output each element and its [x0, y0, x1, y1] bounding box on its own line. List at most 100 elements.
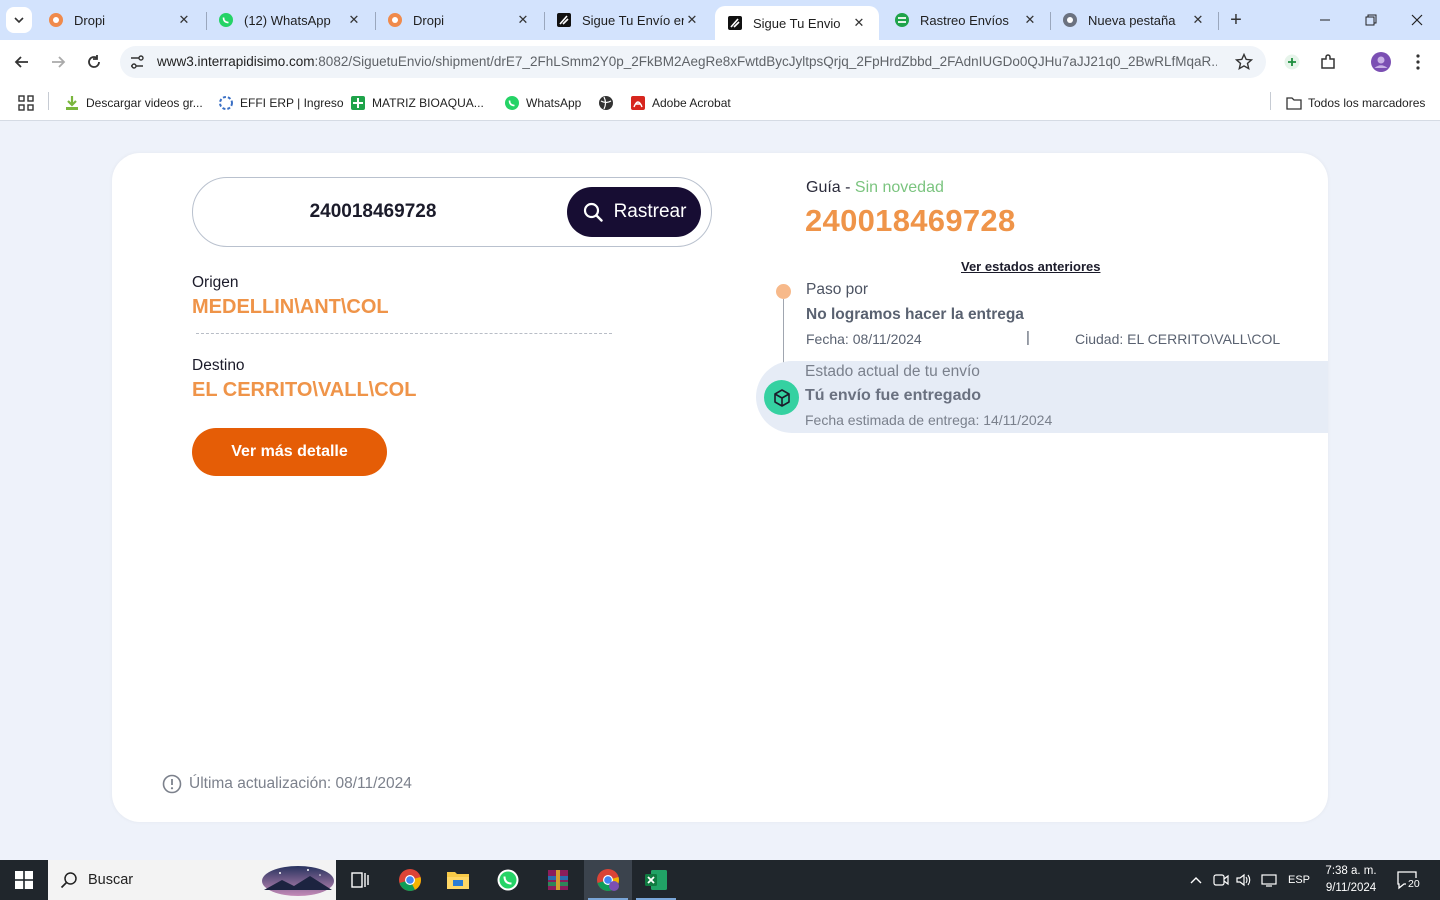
folder-icon: [1286, 95, 1302, 111]
bookmark-label: Adobe Acrobat: [652, 96, 731, 110]
site-info-icon[interactable]: [128, 53, 146, 71]
taskbar-file-explorer[interactable]: [434, 860, 482, 900]
sheets-icon: [350, 95, 366, 111]
interrapidisimo-icon: [727, 15, 743, 31]
close-tab-icon[interactable]: ✕: [515, 12, 531, 28]
new-tab-button[interactable]: +: [1224, 8, 1248, 32]
origin-value: MEDELLIN\ANT\COL: [192, 296, 389, 318]
close-tab-icon[interactable]: ✕: [1190, 12, 1206, 28]
tray-language[interactable]: ESP: [1288, 870, 1310, 890]
browser-menu-button[interactable]: [1404, 48, 1432, 76]
close-tab-icon[interactable]: ✕: [1022, 12, 1038, 28]
bookmark-effi-erp[interactable]: EFFI ERP | Ingreso: [218, 93, 344, 113]
guide-header: Guía - Sin novedad: [806, 179, 944, 197]
address-bar[interactable]: www3.interrapidisimo.com:8082/SiguetuEnv…: [120, 46, 1266, 78]
reload-button[interactable]: [80, 48, 108, 76]
bookmark-matriz-bioaqua[interactable]: MATRIZ BIOAQUA...: [350, 93, 484, 113]
taskbar-chrome-active[interactable]: [584, 860, 632, 900]
estimated-delivery-date: Fecha estimada de entrega: 14/11/2024: [805, 412, 1053, 428]
bookmark-globe[interactable]: [598, 93, 620, 113]
whatsapp-icon: [218, 12, 234, 28]
bookmark-label: EFFI ERP | Ingreso: [240, 96, 344, 110]
taskbar-clock[interactable]: 7:38 a. m. 9/11/2024: [1316, 863, 1386, 897]
taskbar-chrome[interactable]: [386, 860, 434, 900]
tray-overflow-button[interactable]: [1186, 870, 1206, 890]
tab-whatsapp[interactable]: (12) WhatsApp ✕: [206, 0, 374, 40]
tab-dropi-2[interactable]: Dropi ✕: [375, 0, 543, 40]
close-tab-icon[interactable]: ✕: [176, 12, 192, 28]
taskbar-whatsapp[interactable]: [484, 860, 532, 900]
notification-count: 20: [1406, 878, 1422, 891]
destination-value: EL CERRITO\VALL\COL: [192, 379, 417, 401]
forward-button[interactable]: [44, 48, 72, 76]
back-button[interactable]: [8, 48, 36, 76]
tray-meet-button[interactable]: [1211, 870, 1231, 890]
bookmark-adobe-acrobat[interactable]: Adobe Acrobat: [630, 93, 731, 113]
close-tab-icon[interactable]: ✕: [346, 12, 362, 28]
guide-label: Guía: [806, 179, 841, 196]
tab-sigue-envio-1[interactable]: Sigue Tu Envío en ✕: [544, 0, 712, 40]
bookmark-whatsapp[interactable]: WhatsApp: [504, 93, 581, 113]
task-view-button[interactable]: [336, 860, 384, 900]
minimize-button[interactable]: [1302, 0, 1348, 40]
more-vertical-icon: [1416, 54, 1420, 70]
tab-title: Sigue Tu Envío en: [582, 12, 684, 28]
extension-add-button[interactable]: [1278, 48, 1306, 76]
tab-title: Sigue Tu Envio: [753, 15, 841, 31]
chrome-icon: [1062, 12, 1078, 28]
avatar-icon: [1371, 52, 1391, 72]
camera-icon: [1213, 874, 1229, 886]
plus-icon: +: [1230, 8, 1242, 31]
tracking-number-input[interactable]: [223, 196, 523, 228]
taskbar-excel[interactable]: [632, 860, 680, 900]
tab-sigue-envio-active[interactable]: Sigue Tu Envio ✕: [715, 6, 879, 40]
tab-nueva-pestana[interactable]: Nueva pestaña ✕: [1050, 0, 1218, 40]
notification-center-button[interactable]: 20: [1394, 868, 1424, 894]
network-icon: [1261, 874, 1277, 887]
close-tab-icon[interactable]: ✕: [851, 15, 867, 31]
profile-avatar[interactable]: [1367, 48, 1395, 76]
dropi-icon: [48, 12, 64, 28]
bookmark-star-icon[interactable]: [1234, 52, 1254, 72]
close-tab-icon[interactable]: ✕: [684, 12, 700, 28]
tab-dropi-1[interactable]: Dropi ✕: [36, 0, 204, 40]
url-path: :8082/SiguetuEnvio/shipment/drE7_2FhLSmm…: [314, 54, 1217, 69]
apps-button[interactable]: [18, 93, 34, 113]
taskbar-winrar[interactable]: [534, 860, 582, 900]
tab-rastreo-envios[interactable]: Rastreo Envíos ✕: [882, 0, 1050, 40]
browser-toolbar: www3.interrapidisimo.com:8082/SiguetuEnv…: [0, 40, 1440, 85]
taskbar-search-placeholder: Buscar: [88, 872, 134, 888]
bookmark-label: Todos los marcadores: [1308, 96, 1426, 110]
page-content: Rastrear Origen MEDELLIN\ANT\COL Destino…: [0, 121, 1440, 860]
extensions-button[interactable]: [1314, 48, 1342, 76]
close-window-button[interactable]: [1394, 0, 1440, 40]
apps-grid-icon: [18, 95, 34, 111]
bookmark-descargar-videos[interactable]: Descargar videos gr...: [64, 93, 203, 113]
restore-button[interactable]: [1348, 0, 1394, 40]
arrow-right-icon: [52, 56, 66, 68]
bookmark-label: MATRIZ BIOAQUA...: [372, 96, 484, 110]
tray-network-button[interactable]: [1259, 870, 1279, 890]
search-highlight-image: [262, 866, 334, 896]
plus-circle-icon: [1284, 54, 1300, 70]
tab-title: (12) WhatsApp: [244, 12, 331, 28]
puzzle-icon: [1321, 54, 1335, 69]
winrar-icon: [548, 870, 568, 890]
guide-status: Sin novedad: [854, 179, 944, 196]
tab-search-button[interactable]: [6, 7, 32, 33]
divider: [196, 333, 612, 334]
tray-volume-button[interactable]: [1234, 870, 1254, 890]
tab-strip: Dropi ✕ (12) WhatsApp ✕ Dropi ✕ Sigue Tu…: [0, 0, 1440, 40]
more-detail-button[interactable]: Ver más detalle: [192, 428, 387, 476]
track-button[interactable]: Rastrear: [567, 187, 701, 237]
whatsapp-icon: [504, 95, 520, 111]
taskbar-search[interactable]: Buscar: [48, 860, 336, 900]
chevron-up-icon: [1190, 877, 1202, 884]
tab-title: Nueva pestaña: [1088, 12, 1176, 28]
globe-icon: [598, 95, 614, 111]
all-bookmarks-folder[interactable]: Todos los marcadores: [1286, 93, 1425, 113]
previous-states-link[interactable]: Ver estados anteriores: [961, 259, 1100, 274]
start-button[interactable]: [0, 860, 48, 900]
step-date: Fecha: 08/11/2024: [806, 331, 922, 347]
bookmark-separator: [1270, 92, 1271, 110]
